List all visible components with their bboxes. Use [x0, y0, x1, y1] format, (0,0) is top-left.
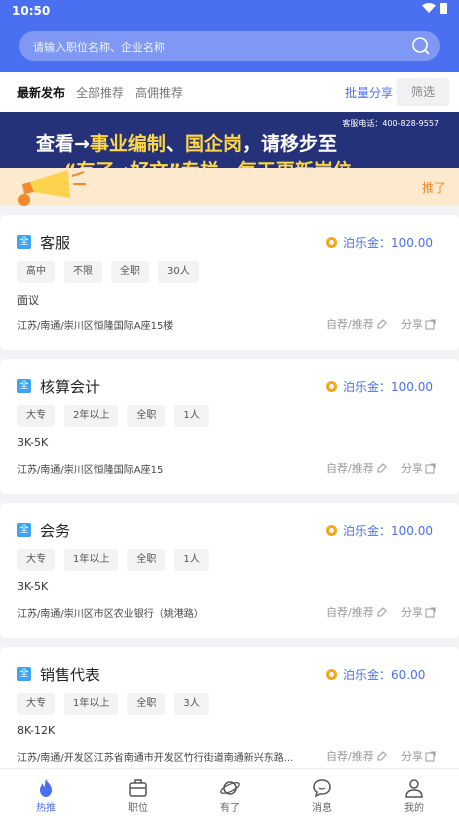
- job-address: 江苏/南通/崇川区恒隆国际A座15楼: [17, 321, 174, 332]
- job-card[interactable]: 全 核算会计 泊乐金：100.00 大专 2年以上 全职 1人 3K-5K 江苏…: [0, 359, 459, 494]
- status-bar: 10:50: [0, 0, 459, 22]
- chat-icon: [313, 779, 331, 798]
- tab-high-commission[interactable]: 高佣推荐: [135, 84, 183, 101]
- job-bonus: 泊乐金：100.00: [326, 522, 433, 539]
- share-button[interactable]: 分享: [401, 316, 436, 332]
- megaphone-icon: [18, 170, 86, 206]
- briefcase-icon: [129, 779, 147, 797]
- share-button[interactable]: 分享: [401, 604, 436, 620]
- job-tags: 大专 1年以上 全职 3人: [17, 693, 209, 715]
- full-time-badge: 全: [17, 523, 31, 537]
- job-title: 客服: [40, 234, 71, 252]
- top-bar: 请输入职位名称、企业名称: [0, 22, 459, 72]
- job-bonus: 泊乐金：100.00: [326, 234, 433, 251]
- wifi-icon: [421, 3, 436, 13]
- self-recommend-button[interactable]: 自荐/推荐: [326, 460, 387, 476]
- edit-icon: [377, 607, 387, 617]
- job-tags: 大专 2年以上 全职 1人: [17, 405, 209, 427]
- tag-experience: 不限: [64, 261, 102, 283]
- search-icon[interactable]: [410, 35, 432, 57]
- tag-education: 大专: [17, 549, 55, 571]
- job-tags: 高中 不限 全职 30人: [17, 261, 199, 283]
- tag-type: 全职: [127, 693, 166, 715]
- job-card[interactable]: 全 销售代表 泊乐金：60.00 大专 1年以上 全职 3人 8K-12K 江苏…: [0, 647, 459, 782]
- banner-second-line: “有了→好文”专栏，每天更新岗位~: [64, 156, 368, 168]
- job-tags: 大专 1年以上 全职 1人: [17, 549, 209, 571]
- coin-icon: [326, 381, 337, 392]
- coin-icon: [326, 669, 337, 680]
- share-icon: [425, 463, 436, 474]
- tab-latest[interactable]: 最新发布: [17, 84, 65, 101]
- tag-headcount: 1人: [174, 405, 209, 427]
- job-address: 江苏/南通/崇川区市区农业银行（姚港路）: [17, 609, 204, 620]
- nav-profile[interactable]: 我的: [368, 769, 459, 818]
- planet-icon: [220, 781, 240, 795]
- job-address: 江苏/南通/开发区江苏省南通市开发区竹行街道南通新兴东路...: [17, 753, 294, 764]
- tag-experience: 1年以上: [64, 549, 119, 571]
- edit-icon: [377, 463, 387, 473]
- user-icon: [405, 779, 423, 798]
- filter-tabs: 最新发布 全部推荐 高佣推荐 批量分享: [0, 72, 459, 112]
- job-title: 会务: [40, 522, 71, 540]
- search-placeholder: 请输入职位名称、企业名称: [33, 41, 165, 54]
- nav-youle[interactable]: 有了: [184, 769, 276, 818]
- edit-icon: [377, 751, 387, 761]
- self-recommend-button[interactable]: 自荐/推荐: [326, 748, 387, 764]
- tag-type: 全职: [111, 261, 149, 283]
- share-icon: [425, 751, 436, 762]
- filter-button[interactable]: 筛选: [397, 78, 449, 106]
- job-bonus: 泊乐金：60.00: [326, 666, 425, 683]
- status-icons: [421, 3, 447, 17]
- tag-type: 全职: [127, 549, 166, 571]
- tag-type: 全职: [127, 405, 166, 427]
- edit-icon: [377, 319, 387, 329]
- job-title: 销售代表: [40, 666, 101, 684]
- full-time-badge: 全: [17, 667, 31, 681]
- banner-hotline: 客服电话：400-828-9557: [342, 119, 439, 128]
- nav-jobs[interactable]: 职位: [92, 769, 184, 818]
- tag-experience: 1年以上: [64, 693, 119, 715]
- job-salary: 3K-5K: [17, 580, 49, 593]
- battery-icon: [440, 3, 447, 14]
- self-recommend-button[interactable]: 自荐/推荐: [326, 316, 387, 332]
- bottom-nav: 热推 职位 有了 消息 我的: [0, 768, 459, 818]
- tag-education: 大专: [17, 405, 55, 427]
- coin-icon: [326, 237, 337, 248]
- coin-icon: [326, 525, 337, 536]
- job-card[interactable]: 全 客服 泊乐金：100.00 高中 不限 全职 30人 面议 江苏/南通/崇川…: [0, 215, 459, 350]
- full-time-badge: 全: [17, 235, 31, 249]
- notice-bar[interactable]: 推了: [0, 168, 459, 206]
- job-title: 核算会计: [40, 378, 101, 396]
- batch-share-button[interactable]: 批量分享: [345, 84, 393, 101]
- tab-all-recommend[interactable]: 全部推荐: [76, 84, 124, 101]
- tag-headcount: 3人: [174, 693, 209, 715]
- share-icon: [425, 607, 436, 618]
- nav-messages[interactable]: 消息: [276, 769, 368, 818]
- status-time: 10:50: [12, 4, 51, 18]
- job-salary: 8K-12K: [17, 724, 56, 737]
- full-time-badge: 全: [17, 379, 31, 393]
- share-button[interactable]: 分享: [401, 748, 436, 764]
- share-icon: [425, 319, 436, 330]
- flame-icon: [40, 779, 52, 797]
- tag-headcount: 1人: [174, 549, 209, 571]
- self-recommend-button[interactable]: 自荐/推荐: [326, 604, 387, 620]
- notice-more-link[interactable]: 推了: [422, 179, 446, 196]
- nav-hot[interactable]: 热推: [0, 769, 92, 818]
- tag-experience: 2年以上: [64, 405, 119, 427]
- tag-education: 大专: [17, 693, 55, 715]
- job-salary: 3K-5K: [17, 436, 49, 449]
- promo-banner[interactable]: 客服电话：400-828-9557 查看→事业编制、国企岗，请移步至 “有了→好…: [0, 112, 459, 168]
- search-input[interactable]: 请输入职位名称、企业名称: [19, 31, 440, 61]
- job-address: 江苏/南通/崇川区恒隆国际A座15: [17, 465, 164, 476]
- job-salary: 面议: [17, 294, 39, 307]
- job-card[interactable]: 全 会务 泊乐金：100.00 大专 1年以上 全职 1人 3K-5K 江苏/南…: [0, 503, 459, 638]
- tag-education: 高中: [17, 261, 55, 283]
- tag-headcount: 30人: [158, 261, 199, 283]
- job-bonus: 泊乐金：100.00: [326, 378, 433, 395]
- share-button[interactable]: 分享: [401, 460, 436, 476]
- banner-headline: 查看→事业编制、国企岗，请移步至: [36, 133, 337, 155]
